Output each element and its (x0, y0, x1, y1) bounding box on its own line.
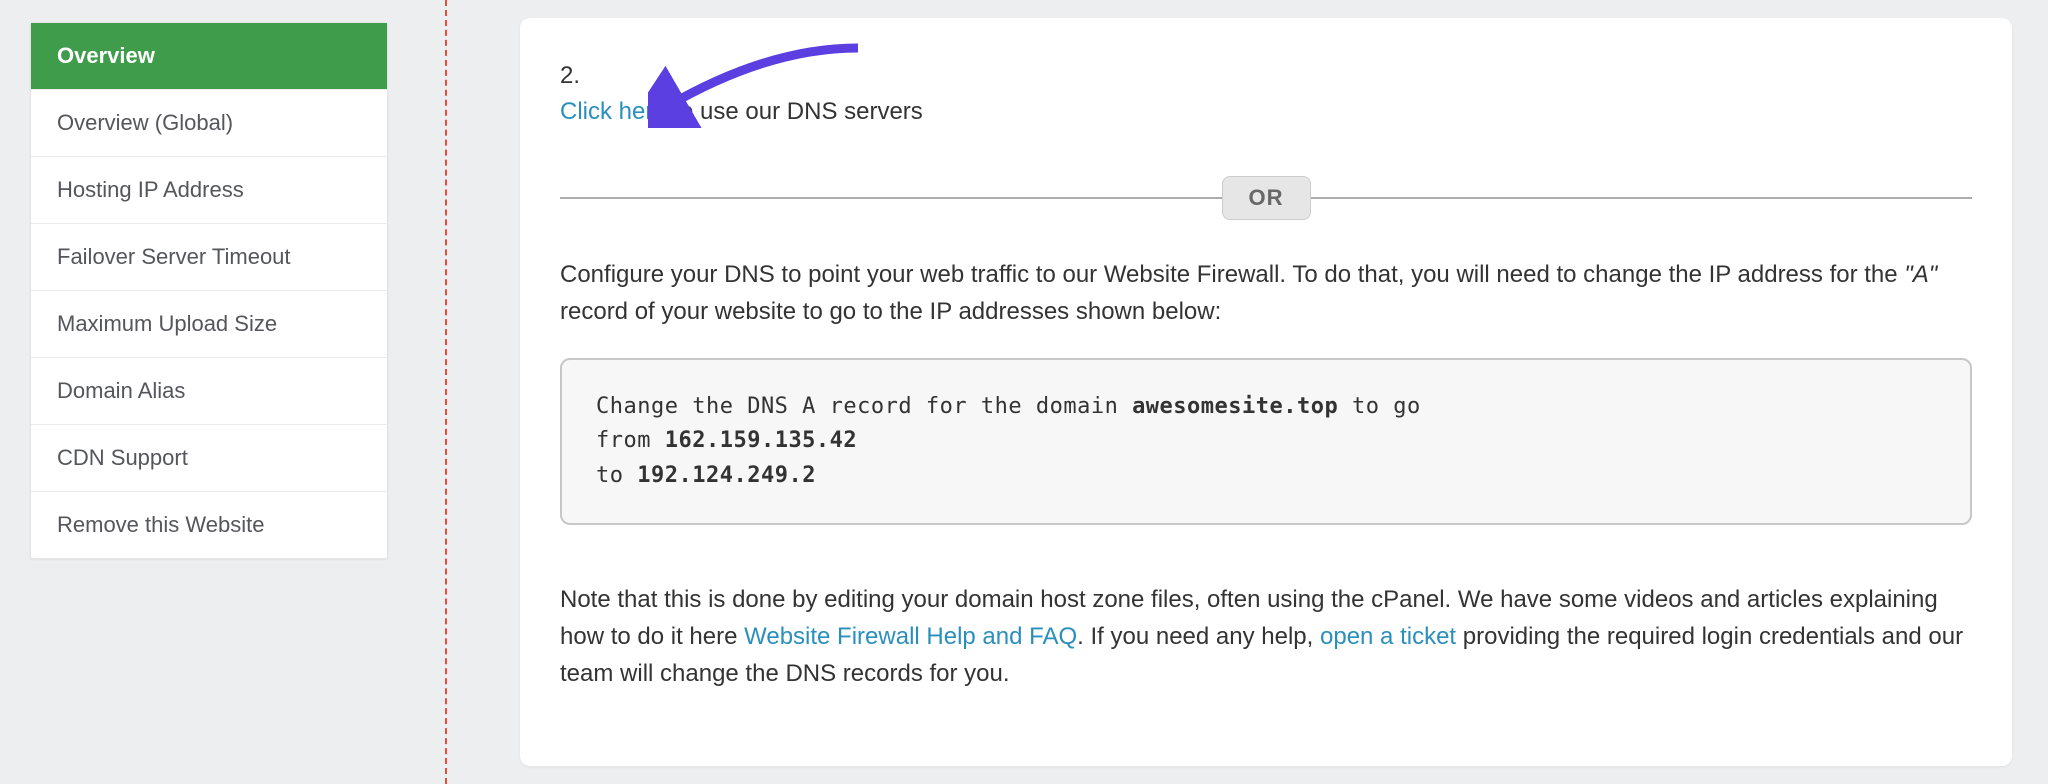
sidebar-item-label: CDN Support (57, 445, 188, 470)
sidebar-item-cdn-support[interactable]: CDN Support (31, 425, 387, 492)
main-card: 2. Click here to use our DNS servers OR … (520, 18, 2012, 766)
para1-italic: "A" (1904, 261, 1937, 288)
help-faq-link[interactable]: Website Firewall Help and FAQ (744, 623, 1077, 650)
sidebar-item-overview-global[interactable]: Overview (Global) (31, 90, 387, 157)
sidebar-item-label: Overview (Global) (57, 110, 233, 135)
para1-b: record of your website to go to the IP a… (560, 298, 1221, 325)
code-text: to (596, 463, 637, 488)
step-number: 2. (560, 62, 1972, 90)
para1-a: Configure your DNS to point your web tra… (560, 261, 1904, 288)
code-text: Change the DNS A record for the domain (596, 394, 1132, 419)
code-line-3: to 192.124.249.2 (596, 459, 1936, 493)
sidebar: Overview Overview (Global) Hosting IP Ad… (30, 22, 388, 559)
dns-code-box: Change the DNS A record for the domain a… (560, 358, 1972, 524)
sidebar-item-label: Remove this Website (57, 512, 264, 537)
instructions-paragraph: Configure your DNS to point your web tra… (560, 256, 1972, 330)
step-rest-text: to use our DNS servers (667, 98, 923, 125)
code-to-ip: 192.124.249.2 (637, 463, 816, 488)
divider-line-right (1311, 197, 1973, 199)
code-text: from (596, 428, 665, 453)
code-line-2: from 162.159.135.42 (596, 424, 1936, 458)
code-from-ip: 162.159.135.42 (665, 428, 857, 453)
sidebar-item-max-upload[interactable]: Maximum Upload Size (31, 291, 387, 358)
sidebar-item-label: Overview (57, 43, 155, 68)
sidebar-item-remove-website[interactable]: Remove this Website (31, 492, 387, 558)
sidebar-item-hosting-ip[interactable]: Hosting IP Address (31, 157, 387, 224)
sidebar-item-label: Domain Alias (57, 378, 185, 403)
annotation-dashed-line (445, 0, 447, 784)
sidebar-item-label: Failover Server Timeout (57, 244, 291, 269)
open-ticket-link[interactable]: open a ticket (1320, 623, 1456, 650)
click-here-link[interactable]: Click here (560, 98, 667, 125)
step-line: Click here to use our DNS servers (560, 94, 1972, 130)
or-badge: OR (1222, 176, 1311, 220)
sidebar-item-label: Hosting IP Address (57, 177, 244, 202)
sidebar-item-domain-alias[interactable]: Domain Alias (31, 358, 387, 425)
code-domain: awesomesite.top (1132, 394, 1338, 419)
code-text: to go (1338, 394, 1420, 419)
sidebar-item-label: Maximum Upload Size (57, 311, 277, 336)
or-divider: OR (560, 176, 1972, 220)
sidebar-item-overview[interactable]: Overview (31, 23, 387, 90)
sidebar-item-failover-timeout[interactable]: Failover Server Timeout (31, 224, 387, 291)
note-paragraph: Note that this is done by editing your d… (560, 581, 1972, 693)
note-b: . If you need any help, (1077, 623, 1320, 650)
code-line-1: Change the DNS A record for the domain a… (596, 390, 1936, 424)
divider-line-left (560, 197, 1222, 199)
